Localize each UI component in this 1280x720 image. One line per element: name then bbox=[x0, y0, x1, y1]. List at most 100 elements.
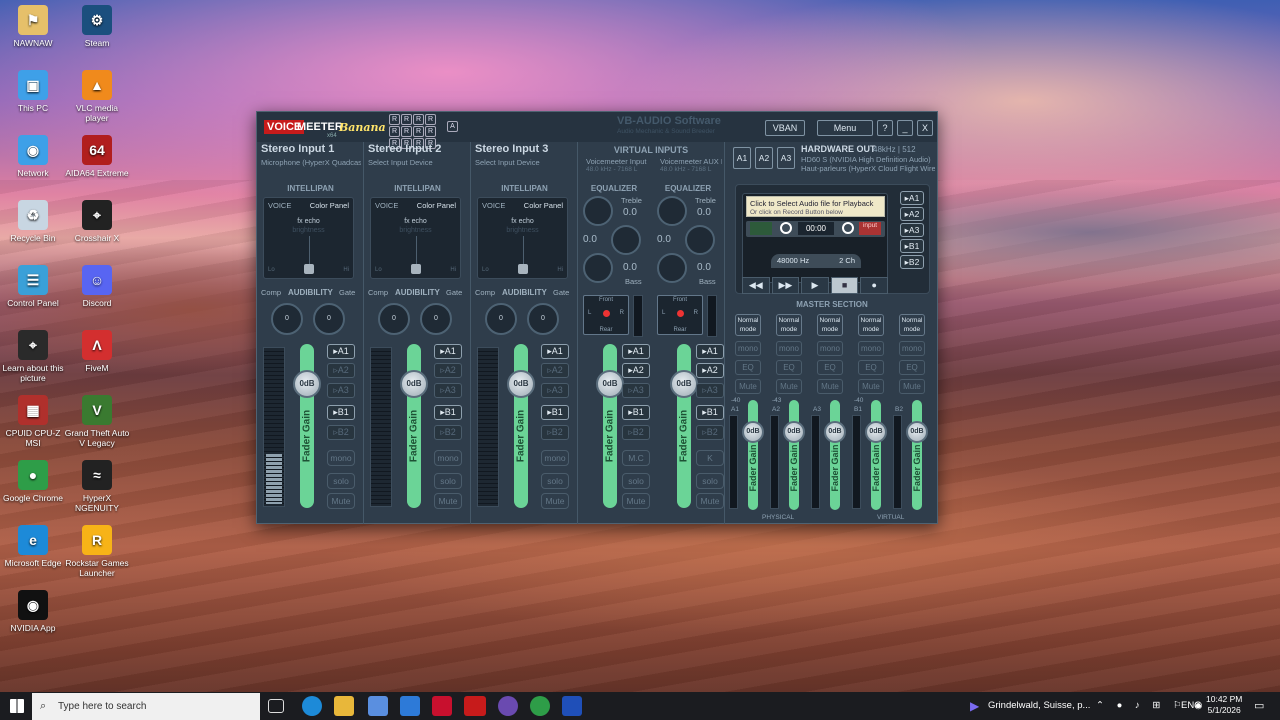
bus-button-b2[interactable]: ▹B2 bbox=[541, 425, 569, 440]
mute-button[interactable]: Mute bbox=[434, 493, 462, 509]
recorder-bus-a3[interactable]: ▸A3 bbox=[900, 223, 924, 237]
desktop-shortcut[interactable]: ≈ HyperX NGENUITY bbox=[64, 460, 130, 513]
start-icon[interactable] bbox=[10, 699, 24, 713]
eq-knob-mid[interactable] bbox=[611, 225, 641, 255]
gate-knob[interactable]: 0 bbox=[420, 303, 452, 335]
fx-echo-label[interactable]: fx echo bbox=[478, 218, 567, 225]
solo-button[interactable]: solo bbox=[622, 473, 650, 489]
vban-button[interactable]: VBAN bbox=[765, 120, 805, 136]
r-button[interactable]: R bbox=[425, 114, 436, 125]
desktop-shortcut[interactable]: ◉ NVIDIA App bbox=[0, 590, 66, 633]
color-panel-label[interactable]: Color Panel bbox=[417, 201, 456, 210]
solo-button[interactable]: solo bbox=[434, 473, 462, 489]
pan-handle[interactable] bbox=[304, 264, 314, 274]
desktop-shortcut[interactable]: ▣ This PC bbox=[0, 70, 66, 113]
voicemeeter-taskbar-icon[interactable] bbox=[464, 696, 486, 716]
mute-button[interactable]: Mute bbox=[696, 493, 724, 509]
solo-button[interactable]: solo bbox=[541, 473, 569, 489]
desktop-shortcut[interactable]: ⌖ Learn about this picture bbox=[0, 330, 66, 383]
bus-button-b2[interactable]: ▹B2 bbox=[622, 425, 650, 440]
desktop-shortcut[interactable]: ◉ Network bbox=[0, 135, 66, 178]
master-fader-knob[interactable]: 0dB bbox=[906, 421, 928, 443]
desktop-shortcut[interactable]: ☰ Control Panel bbox=[0, 265, 66, 308]
r-button[interactable]: R bbox=[413, 114, 424, 125]
r-button[interactable]: R bbox=[401, 114, 412, 125]
explorer-taskbar-icon[interactable] bbox=[334, 696, 354, 716]
color-panel-label[interactable]: Color Panel bbox=[310, 201, 349, 210]
fx-echo-label[interactable]: fx echo bbox=[371, 218, 460, 225]
language-indicator[interactable]: ENG bbox=[1181, 692, 1202, 720]
master-fader-knob[interactable]: 0dB bbox=[783, 421, 805, 443]
bus-button-b1[interactable]: ▸B1 bbox=[696, 405, 724, 420]
fader-knob[interactable]: 0dB bbox=[670, 370, 698, 398]
hardware-device-2[interactable]: Haut-parleurs (HyperX Cloud Flight Wirel… bbox=[801, 164, 935, 173]
mono-button[interactable]: K bbox=[696, 450, 724, 466]
strip-title[interactable]: Stereo Input 1 bbox=[261, 143, 334, 155]
desktop-shortcut[interactable]: V Grand Theft Auto V Legacy bbox=[64, 395, 130, 448]
virtual-input-name[interactable]: Voicemeeter AUX I bbox=[660, 157, 722, 166]
pan-position-dot[interactable] bbox=[603, 310, 610, 317]
surround-pan-pad[interactable]: Front Rear L R bbox=[583, 295, 629, 335]
bus-button-b2[interactable]: ▹B2 bbox=[327, 425, 355, 440]
recorder-bus-a2[interactable]: ▸A2 bbox=[900, 207, 924, 221]
r-button[interactable]: R bbox=[401, 126, 412, 137]
rewind-button[interactable]: ◀◀ bbox=[742, 277, 770, 294]
master-fader[interactable]: Fader Gain bbox=[830, 400, 840, 510]
voice-mode-label[interactable]: VOICE bbox=[375, 201, 398, 210]
hardware-out-button-a2[interactable]: A2 bbox=[755, 147, 773, 169]
voice-mode-label[interactable]: VOICE bbox=[268, 201, 291, 210]
eq-knob-bass[interactable] bbox=[657, 253, 687, 283]
master-eq-button[interactable]: EQ bbox=[735, 360, 761, 375]
normal-mode-button[interactable]: Normal mode bbox=[735, 314, 761, 336]
bus-button-a1[interactable]: ▸A1 bbox=[434, 344, 462, 359]
fast-forward-button[interactable]: ▶▶ bbox=[771, 277, 800, 294]
master-eq-button[interactable]: EQ bbox=[899, 360, 925, 375]
strip-device[interactable]: Microphone (HyperX Quadcast bbox=[261, 158, 361, 167]
master-mono-button[interactable]: mono bbox=[858, 341, 884, 356]
master-fader[interactable]: Fader Gain bbox=[912, 400, 922, 510]
r-button[interactable]: R bbox=[413, 126, 424, 137]
pan-position-dot[interactable] bbox=[677, 310, 684, 317]
bus-button-a3[interactable]: ▹A3 bbox=[327, 383, 355, 398]
normal-mode-button[interactable]: Normal mode bbox=[899, 314, 925, 336]
desktop-shortcut[interactable]: ▲ VLC media player bbox=[64, 70, 130, 123]
bus-button-b2[interactable]: ▹B2 bbox=[696, 425, 724, 440]
desktop-shortcut[interactable]: R Rockstar Games Launcher bbox=[64, 525, 130, 578]
bus-button-a3[interactable]: ▹A3 bbox=[434, 383, 462, 398]
color-panel-label[interactable]: Color Panel bbox=[524, 201, 563, 210]
bus-button-a1[interactable]: ▸A1 bbox=[327, 344, 355, 359]
close-button[interactable]: X bbox=[917, 120, 933, 136]
desktop-shortcut[interactable]: Λ FiveM bbox=[64, 330, 130, 373]
normal-mode-button[interactable]: Normal mode bbox=[817, 314, 843, 336]
search-input[interactable]: ⌕ Type here to search bbox=[32, 693, 260, 720]
bus-button-a2[interactable]: ▹A2 bbox=[327, 363, 355, 378]
desktop-shortcut[interactable]: ▦ CPUID CPU-Z MSI bbox=[0, 395, 66, 448]
strip-device[interactable]: Select Input Device bbox=[475, 158, 575, 167]
bus-button-a2[interactable]: ▸A2 bbox=[622, 363, 650, 378]
fivem-taskbar-icon[interactable] bbox=[432, 696, 452, 716]
master-mute-button[interactable]: Mute bbox=[858, 379, 884, 394]
edge-taskbar-icon[interactable] bbox=[302, 696, 322, 716]
master-mono-button[interactable]: mono bbox=[817, 341, 843, 356]
app2-taskbar-icon[interactable] bbox=[562, 696, 582, 716]
hardware-out-button-a1[interactable]: A1 bbox=[733, 147, 751, 169]
recorder-bus-b1[interactable]: ▸B1 bbox=[900, 239, 924, 253]
recorder-input-button[interactable]: input bbox=[859, 222, 881, 235]
solo-button[interactable]: solo bbox=[696, 473, 724, 489]
chrome-taskbar-icon[interactable] bbox=[530, 696, 550, 716]
recorder-display[interactable]: Click to Select Audio file for Playback … bbox=[742, 193, 888, 283]
intellipan-pad[interactable]: VOICE Color Panel fx echo brightness Lo Hi bbox=[370, 197, 461, 279]
intellipan-pad[interactable]: VOICE Color Panel fx echo brightness Lo Hi bbox=[263, 197, 354, 279]
master-mono-button[interactable]: mono bbox=[776, 341, 802, 356]
bus-button-a1[interactable]: ▸A1 bbox=[541, 344, 569, 359]
store-taskbar-icon[interactable] bbox=[368, 696, 388, 716]
minimize-button[interactable]: _ bbox=[897, 120, 913, 136]
recorder-bus-b2[interactable]: ▸B2 bbox=[900, 255, 924, 269]
pan-handle[interactable] bbox=[518, 264, 528, 274]
desktop-shortcut[interactable]: ☺ Discord bbox=[64, 265, 130, 308]
bus-button-a2[interactable]: ▹A2 bbox=[434, 363, 462, 378]
master-fader-knob[interactable]: 0dB bbox=[865, 421, 887, 443]
fader-knob[interactable]: 0dB bbox=[293, 370, 321, 398]
r-button[interactable]: R bbox=[389, 126, 400, 137]
mute-button[interactable]: Mute bbox=[541, 493, 569, 509]
